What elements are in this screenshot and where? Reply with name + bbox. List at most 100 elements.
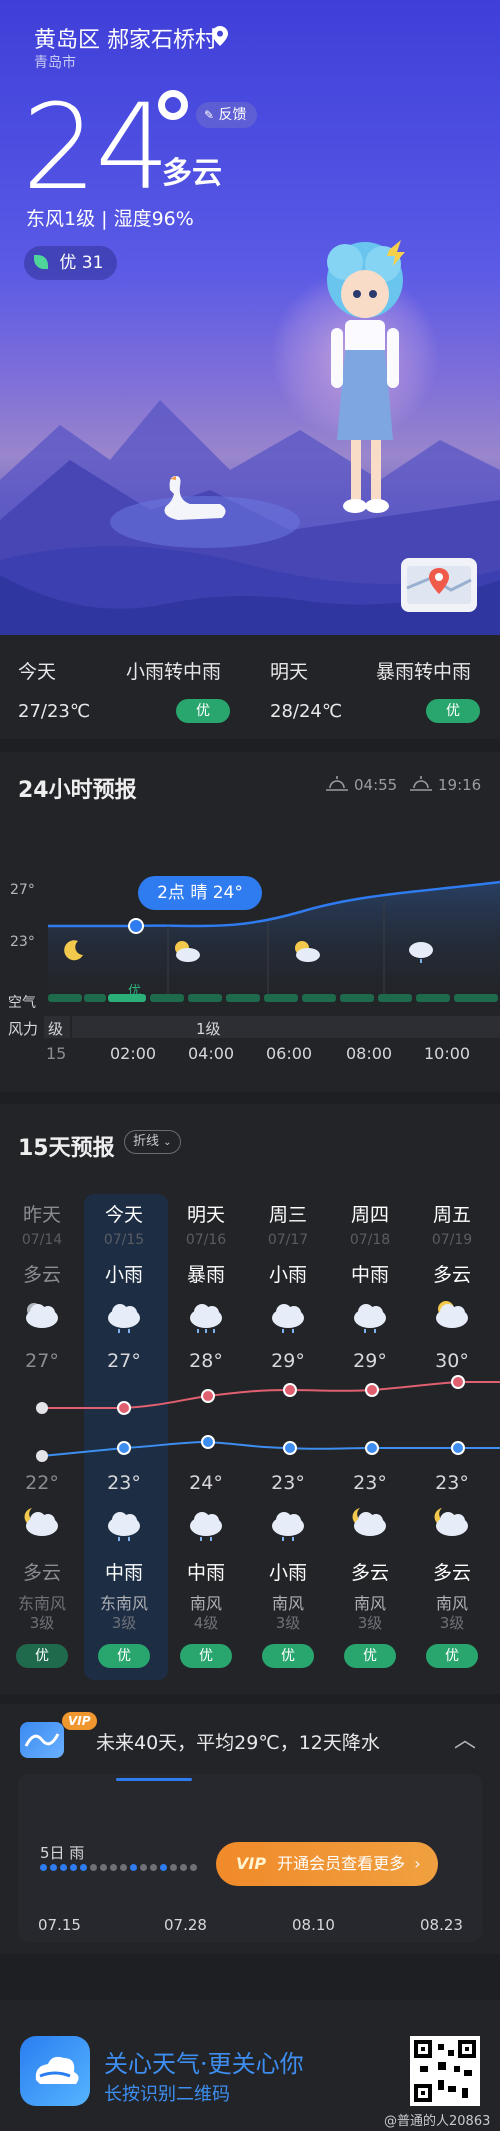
today-tomorrow-summary[interactable]: 今天 小雨转中雨 27/23℃ 优 明天 暴雨转中雨 28/24℃ 优 <box>0 635 500 739</box>
current-condition: 多云 <box>162 156 222 191</box>
day-aqi-badge: 优 <box>426 1644 478 1668</box>
day-condition: 多云 <box>22 1264 61 1286</box>
trend-icon <box>24 1733 60 1747</box>
tomorrow-label: 明天 <box>270 661 309 683</box>
day-name: 周五 <box>432 1204 471 1226</box>
rain-day-dot <box>90 1864 97 1871</box>
night-condition: 多云 <box>22 1562 61 1584</box>
blue-accent-line <box>116 1778 192 1781</box>
today-temp: 27/23℃ <box>18 701 91 722</box>
vip-badge: VIP <box>62 1712 97 1730</box>
day-weather-icon <box>108 1304 140 1333</box>
location-name[interactable]: 黄岛区 郝家石桥村 <box>34 22 217 54</box>
hourly-tooltip: 2点 晴 24° <box>138 876 262 910</box>
rain-day-dot <box>190 1864 197 1871</box>
hour-label: 15 <box>46 1044 67 1063</box>
forty-day-section[interactable]: VIP 未来40天，平均29℃，12天降水 ︿ 5日 雨 07.15 07.28… <box>0 1704 500 1954</box>
night-weather-icon <box>190 1512 222 1541</box>
daily-temperature-chart <box>36 1375 500 1462</box>
qr-code-icon <box>414 2040 476 2102</box>
day-aqi-badge: 优 <box>98 1644 150 1668</box>
hourly-forecast-section[interactable]: 24小时预报 04:55 19:16 27° 23° 2点 晴 24° 空气 优… <box>0 752 500 1092</box>
location-pin-icon[interactable] <box>212 26 228 46</box>
footer-slogan: 关心天气·更关心你 <box>104 2050 304 2078</box>
day-wind-level: 4级 <box>193 1614 219 1632</box>
date-tick: 08.23 <box>420 1916 463 1934</box>
day-aqi-badge: 优 <box>262 1644 314 1668</box>
daily-forecast-section[interactable]: 15天预报 折线 ⌄ 昨天 07/14 多云 27° 22° 多云 东南风 3级优今天 07/1… <box>0 1104 500 1694</box>
qr-code[interactable] <box>410 2036 480 2106</box>
air-quality-label: 空气 <box>8 995 36 1011</box>
day-aqi-badge: 优 <box>16 1644 68 1668</box>
wind-label: 风力 <box>8 1020 39 1038</box>
collapse-chevron-icon[interactable]: ︿ <box>454 1722 476 1754</box>
chevron-right-icon: › <box>414 1854 421 1873</box>
date-tick-labels: 07.15 07.28 08.10 08.23 <box>0 1916 500 1936</box>
rain-day-dot <box>170 1864 177 1871</box>
rain-day-dot <box>70 1864 77 1871</box>
night-weather-icon <box>434 1508 468 1536</box>
day-weather-icon <box>272 1304 304 1333</box>
rain-day-dot <box>40 1864 47 1871</box>
rain-day-dot <box>130 1864 137 1871</box>
day-wind-level: 3级 <box>29 1614 55 1632</box>
day-weather-icon <box>354 1304 386 1333</box>
night-condition: 中雨 <box>186 1562 225 1584</box>
rain-day-dot <box>80 1864 87 1871</box>
rain-day-dot <box>180 1864 187 1871</box>
feedback-button[interactable]: ✎ 反馈 <box>196 102 257 128</box>
day-condition: 小雨 <box>104 1264 143 1286</box>
day-wind: 南风 <box>189 1594 222 1613</box>
hour-label: 02:00 <box>110 1044 157 1063</box>
sunrise-icon <box>326 776 348 791</box>
footer-hint: 长按识别二维码 <box>104 2084 230 2105</box>
aqi-value: 优 31 <box>59 253 104 273</box>
day-wind: 南风 <box>353 1594 386 1613</box>
aqi-pill[interactable]: 优 31 <box>24 246 118 280</box>
degree-symbol <box>158 90 188 120</box>
day-wind: 南风 <box>271 1594 304 1613</box>
hour-label: 04:00 <box>188 1044 235 1063</box>
tomorrow-condition: 暴雨转中雨 <box>376 661 472 683</box>
day-weather-icon <box>26 1303 58 1328</box>
day-name: 今天 <box>104 1204 143 1226</box>
hourly-air-bars <box>48 994 498 1002</box>
drizzle-cloud-icon <box>409 942 433 963</box>
rain-dots-row <box>40 1864 200 1876</box>
partly-cloudy-icon <box>175 941 200 962</box>
watermark: @普通的人20863 <box>384 2114 491 2129</box>
sunset-time: 19:16 <box>438 776 482 794</box>
footer-promo[interactable]: 关心天气·更关心你 长按识别二维码 @普通的人20863 <box>0 2000 500 2131</box>
day-condition: 多云 <box>432 1264 471 1286</box>
night-condition: 多云 <box>350 1562 389 1584</box>
vip-cta-tag: VIP <box>236 1854 267 1873</box>
day-condition: 小雨 <box>268 1264 307 1286</box>
wind-humidity: 东风1级 | 湿度96% <box>26 208 194 230</box>
moon-icon <box>64 940 83 961</box>
day-wind-level: 3级 <box>111 1614 137 1632</box>
rain-day-dot <box>140 1864 147 1871</box>
tomorrow-aqi-badge: 优 <box>426 699 480 723</box>
sunset-icon <box>410 776 432 791</box>
night-weather-icon <box>272 1512 304 1541</box>
day-weather-icon <box>436 1301 468 1328</box>
wind-level-b: 1级 <box>196 1020 221 1038</box>
date-tick: 07.28 <box>164 1916 207 1934</box>
forty-day-headline: 未来40天，平均29℃，12天降水 <box>96 1732 380 1754</box>
current-temperature: 24 <box>22 78 170 216</box>
map-button[interactable] <box>401 558 477 612</box>
day-condition: 中雨 <box>350 1264 389 1286</box>
vip-cta-button[interactable]: VIP 开通会员查看更多 › <box>216 1842 438 1886</box>
day-name: 昨天 <box>22 1204 61 1226</box>
night-condition: 多云 <box>432 1562 471 1584</box>
night-weather-icon <box>24 1508 58 1536</box>
day-date: 07/14 <box>21 1232 63 1248</box>
night-condition: 小雨 <box>268 1562 307 1584</box>
today-condition: 小雨转中雨 <box>126 661 222 683</box>
rain-day-dot <box>110 1864 117 1871</box>
vip-cta-label: 开通会员查看更多 <box>277 1854 406 1873</box>
night-weather-icon <box>108 1512 140 1541</box>
swan-illustration <box>164 476 226 520</box>
hour-label: 10:00 <box>424 1044 471 1063</box>
date-tick: 07.15 <box>38 1916 81 1934</box>
